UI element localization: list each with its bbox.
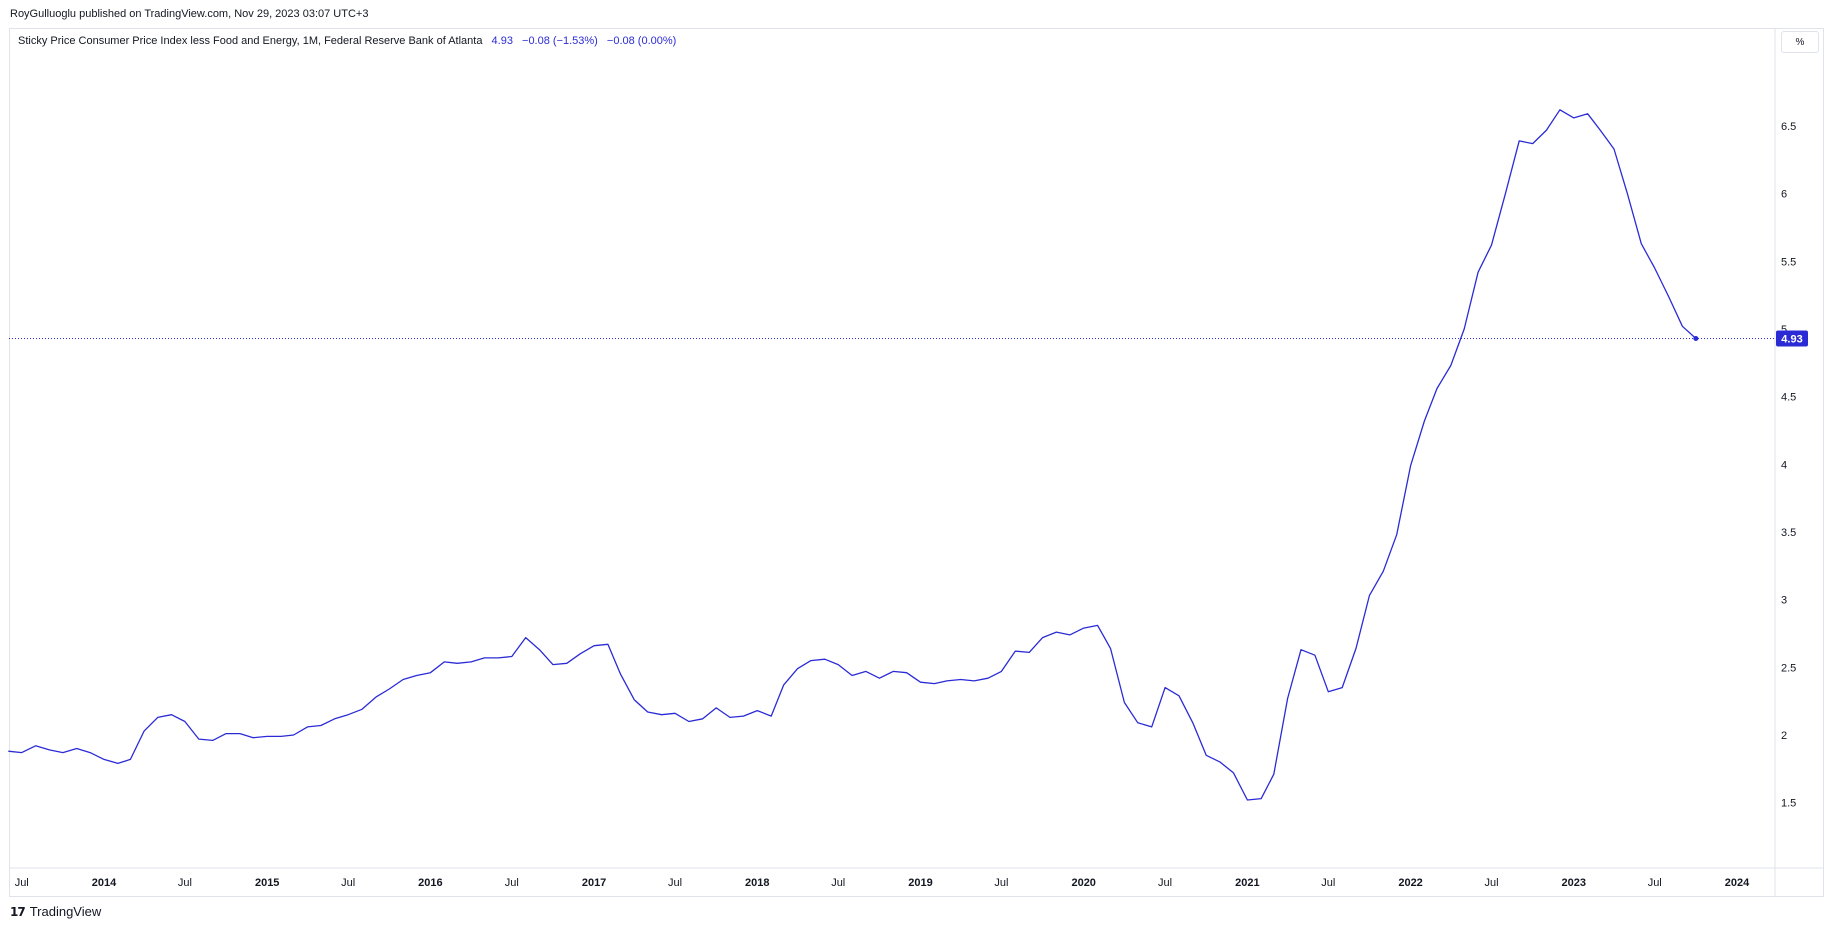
legend-series-title[interactable]: Sticky Price Consumer Price Index less F… — [18, 35, 482, 47]
x-tick-label: Jul — [15, 877, 29, 889]
x-tick-label: 2022 — [1398, 877, 1422, 889]
x-tick-label: Jul — [994, 877, 1008, 889]
series-line[interactable] — [8, 109, 1697, 801]
brand-name: TradingView — [29, 904, 102, 919]
legend-change-secondary: −0.08 (0.00%) — [606, 35, 677, 47]
x-tick-label: 2020 — [1071, 877, 1095, 889]
x-tick-label: 2014 — [92, 877, 117, 889]
percent-scale-button[interactable]: % — [1781, 31, 1819, 53]
x-tick-label: Jul — [505, 877, 519, 889]
x-tick-label: Jul — [178, 877, 192, 889]
series-legend[interactable]: Sticky Price Consumer Price Index less F… — [18, 35, 676, 47]
legend-value: 4.93 — [491, 35, 513, 47]
y-tick-label: 3.5 — [1781, 527, 1796, 539]
x-tick-label: Jul — [1321, 877, 1335, 889]
y-tick-label: 6.5 — [1781, 121, 1796, 133]
x-tick-label: 2023 — [1562, 877, 1586, 889]
x-tick-label: 2019 — [908, 877, 932, 889]
y-tick-label: 4.5 — [1781, 392, 1796, 404]
x-tick-label: Jul — [1158, 877, 1172, 889]
tradingview-brand[interactable]: 𝟭𝟳 TradingView — [10, 904, 101, 919]
time-axis[interactable]: Jul 2014 Jul 2015 Jul 2016 Jul 2017 Jul 2018 Jul 20… — [15, 877, 1750, 889]
x-tick-label: 2017 — [582, 877, 606, 889]
x-tick-label: 2018 — [745, 877, 769, 889]
svg-text:4.93: 4.93 — [1781, 333, 1802, 345]
y-tick-label: 4 — [1781, 459, 1787, 471]
last-value-price-label: 4.93 — [1776, 330, 1808, 347]
tradingview-logo-icon: 𝟭𝟳 — [10, 904, 26, 919]
legend-change: −0.08 (−1.53%) — [522, 35, 598, 47]
x-tick-label: 2015 — [255, 877, 279, 889]
price-axis[interactable]: 1.522.533.544.555.566.54.93 — [1776, 121, 1808, 810]
x-tick-label: Jul — [1648, 877, 1662, 889]
last-point-marker — [1693, 335, 1699, 341]
y-tick-label: 6 — [1781, 189, 1787, 201]
x-tick-label: Jul — [1484, 877, 1498, 889]
x-tick-label: 2024 — [1725, 877, 1750, 889]
x-tick-label: Jul — [341, 877, 355, 889]
y-tick-label: 2.5 — [1781, 662, 1796, 674]
line-chart[interactable]: 1.522.533.544.555.566.54.93 Jul 2014 Jul 20… — [0, 0, 1835, 931]
y-tick-label: 5.5 — [1781, 256, 1796, 268]
y-tick-label: 2 — [1781, 730, 1787, 742]
percent-scale-label: % — [1795, 36, 1805, 48]
x-tick-label: 2016 — [418, 877, 442, 889]
x-tick-label: Jul — [668, 877, 682, 889]
x-tick-label: 2021 — [1235, 877, 1259, 889]
x-tick-label: Jul — [831, 877, 845, 889]
plot-area — [8, 109, 1775, 801]
y-tick-label: 3 — [1781, 595, 1787, 607]
y-tick-label: 1.5 — [1781, 798, 1796, 810]
